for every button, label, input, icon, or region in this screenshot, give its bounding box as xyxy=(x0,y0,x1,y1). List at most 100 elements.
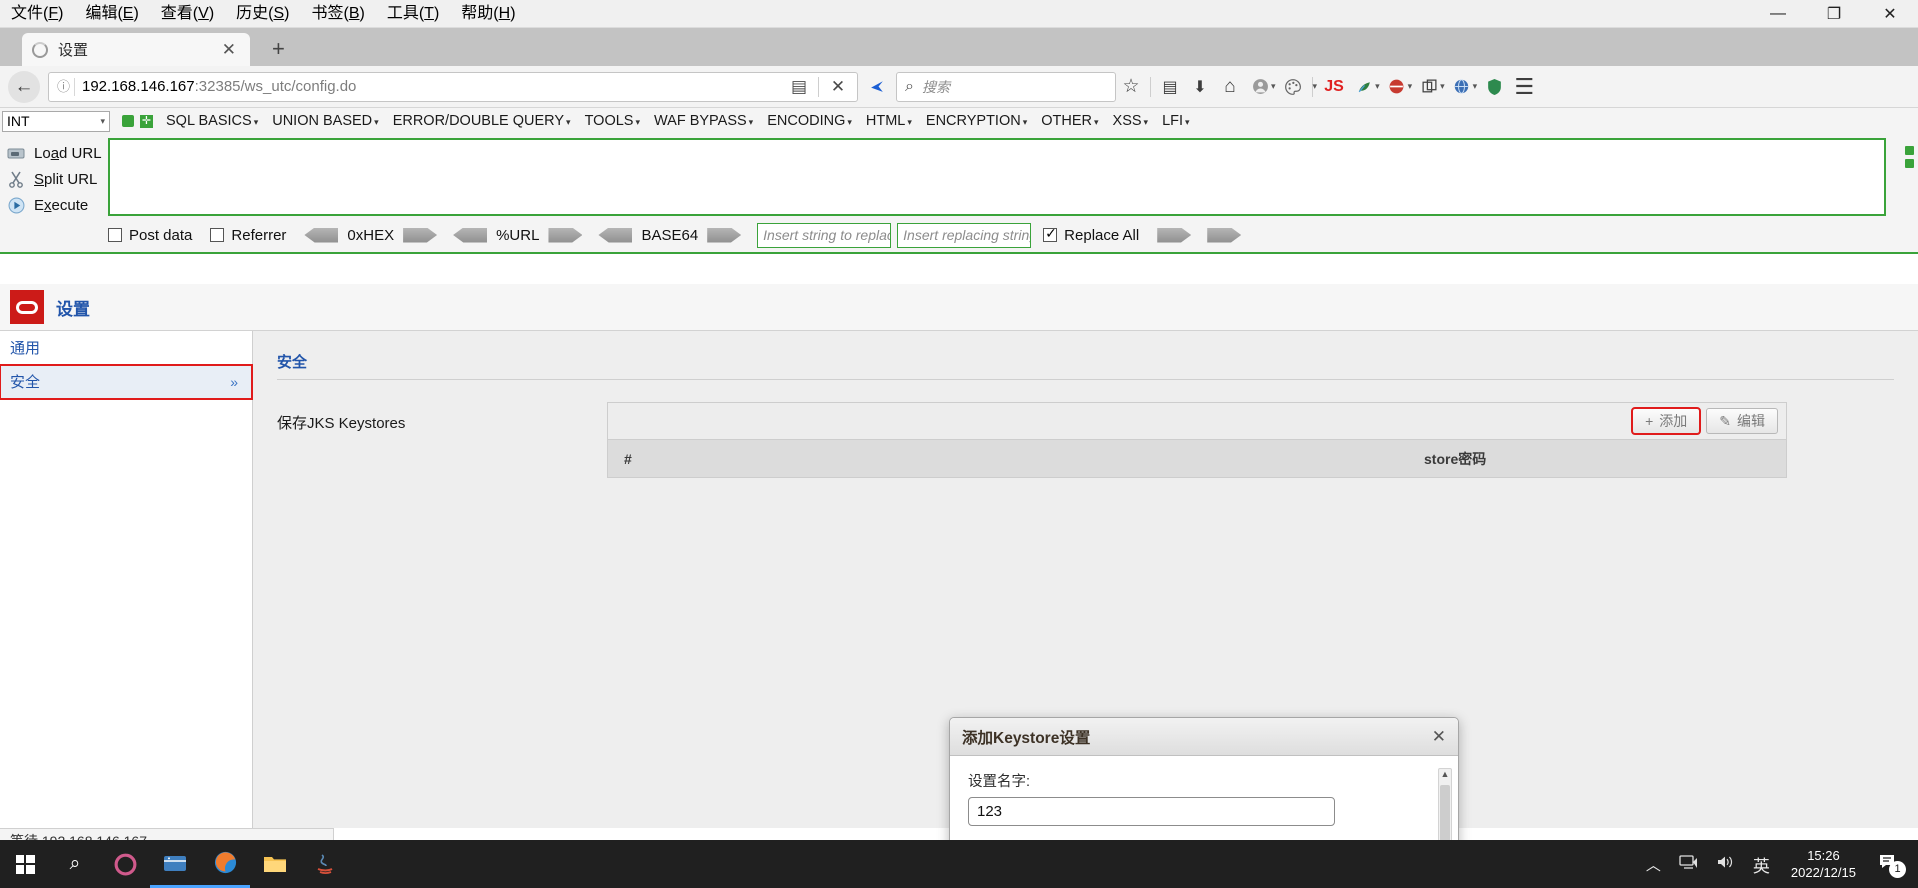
taskbar-app-explorer-blue[interactable] xyxy=(150,840,200,888)
menu-tools[interactable]: 工具(T) xyxy=(376,0,450,28)
menu-edit[interactable]: 编辑(E) xyxy=(74,0,149,28)
menu-history[interactable]: 历史(S) xyxy=(225,0,300,28)
network-icon[interactable] xyxy=(1670,854,1707,874)
setting-name-input[interactable]: 123 xyxy=(968,797,1335,826)
globe-caret-icon[interactable]: ▾ xyxy=(1473,81,1478,92)
replace-all-option[interactable]: Replace All xyxy=(1043,225,1139,244)
hackbar-menu-tools[interactable]: TOOLS ▾ xyxy=(578,113,647,129)
downloads-icon[interactable]: ⬇ xyxy=(1185,72,1215,102)
stop-loading-icon[interactable]: ✕ xyxy=(823,72,853,102)
replace-from-input[interactable]: Insert string to replace xyxy=(757,222,892,248)
pocket-icon[interactable] xyxy=(862,72,892,102)
app-header: 设置 xyxy=(0,284,1918,331)
referrer-checkbox[interactable] xyxy=(210,228,225,242)
base64-encode-arrow-icon[interactable] xyxy=(707,227,742,243)
hackbar-menu-lfi[interactable]: LFI ▾ xyxy=(1155,113,1196,129)
taskbar-clock[interactable]: 15:26 2022/12/15 xyxy=(1779,847,1868,881)
url-bar[interactable]: ⓘ 192.168.146.167:32385/ws_utc/config.do… xyxy=(48,71,858,102)
url-encode-arrow-icon[interactable] xyxy=(548,227,583,243)
hackbar-menu-sql-basics[interactable]: SQL BASICS ▾ xyxy=(159,113,265,129)
add-button[interactable]: + 添加 xyxy=(1631,407,1702,435)
site-info-icon[interactable]: ⓘ xyxy=(53,77,75,96)
hex-decode-arrow-icon[interactable] xyxy=(304,227,339,243)
account-caret-icon[interactable]: ▾ xyxy=(1271,81,1276,92)
palette-icon[interactable] xyxy=(1278,72,1308,102)
edit-button-label: 编辑 xyxy=(1737,413,1765,429)
hackbar-minus-icon[interactable] xyxy=(122,115,134,127)
maximize-button[interactable]: ❐ xyxy=(1806,0,1862,28)
replace-all-checkbox[interactable] xyxy=(1043,225,1058,242)
hackbar-load-url-button[interactable]: Load URL xyxy=(0,140,108,166)
hackbar-url-textarea[interactable] xyxy=(108,138,1886,216)
minimize-button[interactable]: — xyxy=(1750,0,1806,28)
taskbar-app-explorer-folder[interactable] xyxy=(250,840,300,888)
hackbar-menu-error-double-query[interactable]: ERROR/DOUBLE QUERY ▾ xyxy=(386,113,578,129)
browser-tab-settings[interactable]: 设置 ✕ xyxy=(22,33,250,66)
url-codec-group: %URL xyxy=(453,227,583,244)
hackbar-menu-encoding[interactable]: ENCODING ▾ xyxy=(760,113,859,129)
bookmark-star-icon[interactable]: ☆ xyxy=(1116,72,1146,102)
menu-hamburger-icon[interactable]: ☰ xyxy=(1509,72,1539,102)
referrer-option[interactable]: Referrer xyxy=(210,227,286,244)
ime-indicator[interactable]: 英 xyxy=(1744,852,1779,877)
addon-caret-icon[interactable]: ▾ xyxy=(1375,81,1380,92)
hackbar-execute-button[interactable]: Execute xyxy=(0,192,108,218)
column-header-index[interactable]: # xyxy=(608,451,668,467)
javascript-toggle-icon[interactable]: JS xyxy=(1319,72,1349,102)
hex-encode-arrow-icon[interactable] xyxy=(403,227,438,243)
base64-decode-arrow-icon[interactable] xyxy=(598,227,633,243)
hackbar-menu-html[interactable]: HTML ▾ xyxy=(859,113,919,129)
search-bar[interactable]: ⌕ 搜索 xyxy=(896,71,1116,102)
menu-view[interactable]: 查看(V) xyxy=(150,0,225,28)
hackbar-menu-xss[interactable]: XSS ▾ xyxy=(1106,113,1156,129)
overflow-caret-icon[interactable]: ▾ xyxy=(1313,81,1318,92)
reader-mode-icon[interactable]: ▤ xyxy=(784,72,814,102)
dialog-title: 添加Keystore设置 xyxy=(962,729,1091,747)
hackbar-type-select[interactable]: INT ▾ xyxy=(2,110,110,132)
menu-file[interactable]: 文件(F) xyxy=(0,0,74,28)
post-data-checkbox[interactable] xyxy=(108,228,122,242)
sidebar-item-general[interactable]: 通用 xyxy=(0,331,252,365)
replace-apply-arrow-icon[interactable] xyxy=(1157,227,1192,243)
tray-chevron-up-icon[interactable]: ︿ xyxy=(1637,854,1670,875)
app-body: 通用 安全 » 安全 保存JKS Keystores + 添加 ✎ 编辑 # s… xyxy=(0,331,1918,888)
windows-taskbar: ⌕ ︿ 英 15:26 2022/12/15 1 xyxy=(0,840,1918,888)
hackbar-plus-icon[interactable]: ✛ xyxy=(140,114,153,128)
dialog-close-icon[interactable]: ✕ xyxy=(1432,727,1446,747)
close-window-button[interactable]: ✕ xyxy=(1862,0,1918,28)
menu-bookmarks[interactable]: 书签(B) xyxy=(300,0,375,28)
column-header-password[interactable]: store密码 xyxy=(1408,449,1502,469)
sidebar-item-security[interactable]: 安全 » xyxy=(0,364,253,400)
container-caret-icon[interactable]: ▾ xyxy=(1440,81,1445,92)
adblock-shield-icon[interactable] xyxy=(1479,72,1509,102)
hackbar-menu-other[interactable]: OTHER ▾ xyxy=(1034,113,1105,129)
taskbar-app-firefox[interactable] xyxy=(200,840,250,888)
post-data-option[interactable]: Post data xyxy=(108,227,192,244)
taskbar-search-button[interactable]: ⌕ xyxy=(50,840,100,888)
library-icon[interactable]: ▤ xyxy=(1155,72,1185,102)
volume-icon[interactable] xyxy=(1707,854,1744,874)
scroll-up-icon[interactable]: ▲ xyxy=(1441,769,1450,779)
replace-to-input[interactable]: Insert replacing string xyxy=(897,222,1032,248)
shield-caret-icon[interactable]: ▾ xyxy=(1408,81,1413,92)
url-decode-arrow-icon[interactable] xyxy=(453,227,488,243)
replace-extra-arrow-icon[interactable] xyxy=(1207,227,1242,243)
menu-help[interactable]: 帮助(H) xyxy=(450,0,526,28)
hackbar-split-url-button[interactable]: Split URL xyxy=(0,166,108,192)
web-page-content: 设置 通用 安全 » 安全 保存JKS Keystores + 添加 ✎ 编辑 … xyxy=(0,284,1918,888)
hackbar-menu-union-based[interactable]: UNION BASED ▾ xyxy=(265,113,385,129)
cortana-icon[interactable] xyxy=(100,840,150,888)
start-button[interactable] xyxy=(0,840,50,888)
hackbar-menu-waf-bypass[interactable]: WAF BYPASS ▾ xyxy=(647,113,760,129)
hackbar-rail-dot-2[interactable] xyxy=(1904,159,1914,168)
taskbar-app-java[interactable] xyxy=(300,840,350,888)
home-icon[interactable]: ⌂ xyxy=(1215,72,1245,102)
edit-button[interactable]: ✎ 编辑 xyxy=(1706,408,1778,434)
new-tab-button[interactable]: + xyxy=(264,36,293,62)
back-button[interactable]: ← xyxy=(8,70,40,103)
close-tab-icon[interactable]: ✕ xyxy=(218,40,240,60)
hackbar-menu-encryption[interactable]: ENCRYPTION ▾ xyxy=(919,113,1034,129)
toolbar-divider-1 xyxy=(1150,76,1151,97)
notification-center-icon[interactable]: 1 xyxy=(1868,853,1908,878)
hackbar-rail-dot-1[interactable] xyxy=(1904,146,1914,155)
